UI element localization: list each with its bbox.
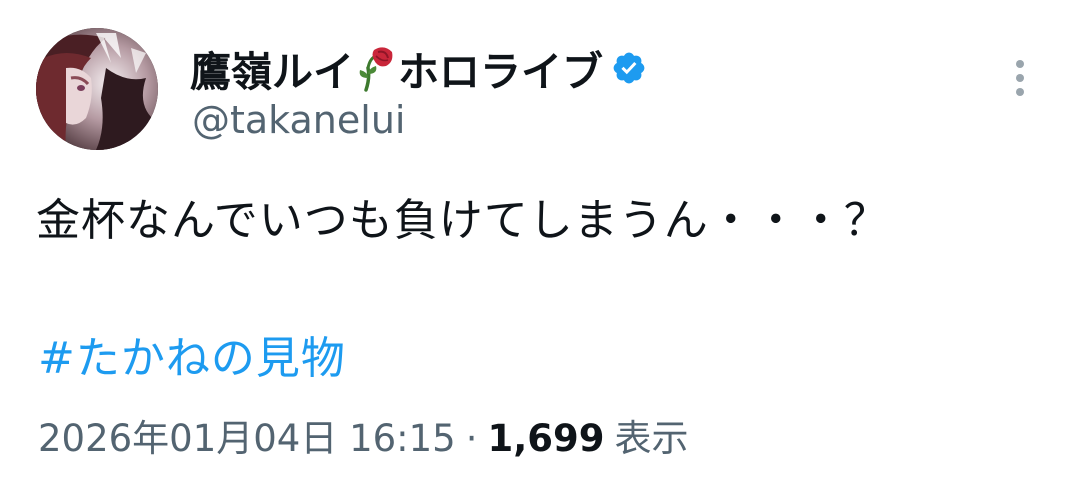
- views-label[interactable]: 表示: [615, 408, 689, 462]
- tweet-text: 金杯なんでいつも負けてしまうん・・・？: [36, 195, 889, 246]
- views-count[interactable]: 1,699: [487, 417, 604, 460]
- avatar[interactable]: [36, 28, 158, 150]
- more-vertical-icon[interactable]: [1004, 58, 1036, 98]
- hashtag-link[interactable]: #たかねの見物: [38, 322, 346, 386]
- display-name-suffix: ホロライブ: [398, 48, 603, 96]
- verified-badge-icon: [611, 50, 647, 86]
- display-name-row[interactable]: 鷹嶺ルイ ホロライブ: [190, 38, 647, 98]
- tweet-meta: 2026年01月04日 16:15 · 1,699 表示: [38, 408, 689, 462]
- meta-separator: ·: [465, 417, 478, 460]
- display-name-prefix: 鷹嶺ルイ: [190, 48, 354, 96]
- wilted-rose-icon: [356, 44, 396, 92]
- timestamp[interactable]: 2026年01月04日 16:15: [38, 408, 456, 462]
- tweet-card: 鷹嶺ルイ ホロライブ @takanelui 金杯なんでいつも負けてしまうん・・・…: [0, 0, 1080, 483]
- avatar-image: [36, 28, 158, 150]
- user-handle[interactable]: @takanelui: [192, 98, 405, 142]
